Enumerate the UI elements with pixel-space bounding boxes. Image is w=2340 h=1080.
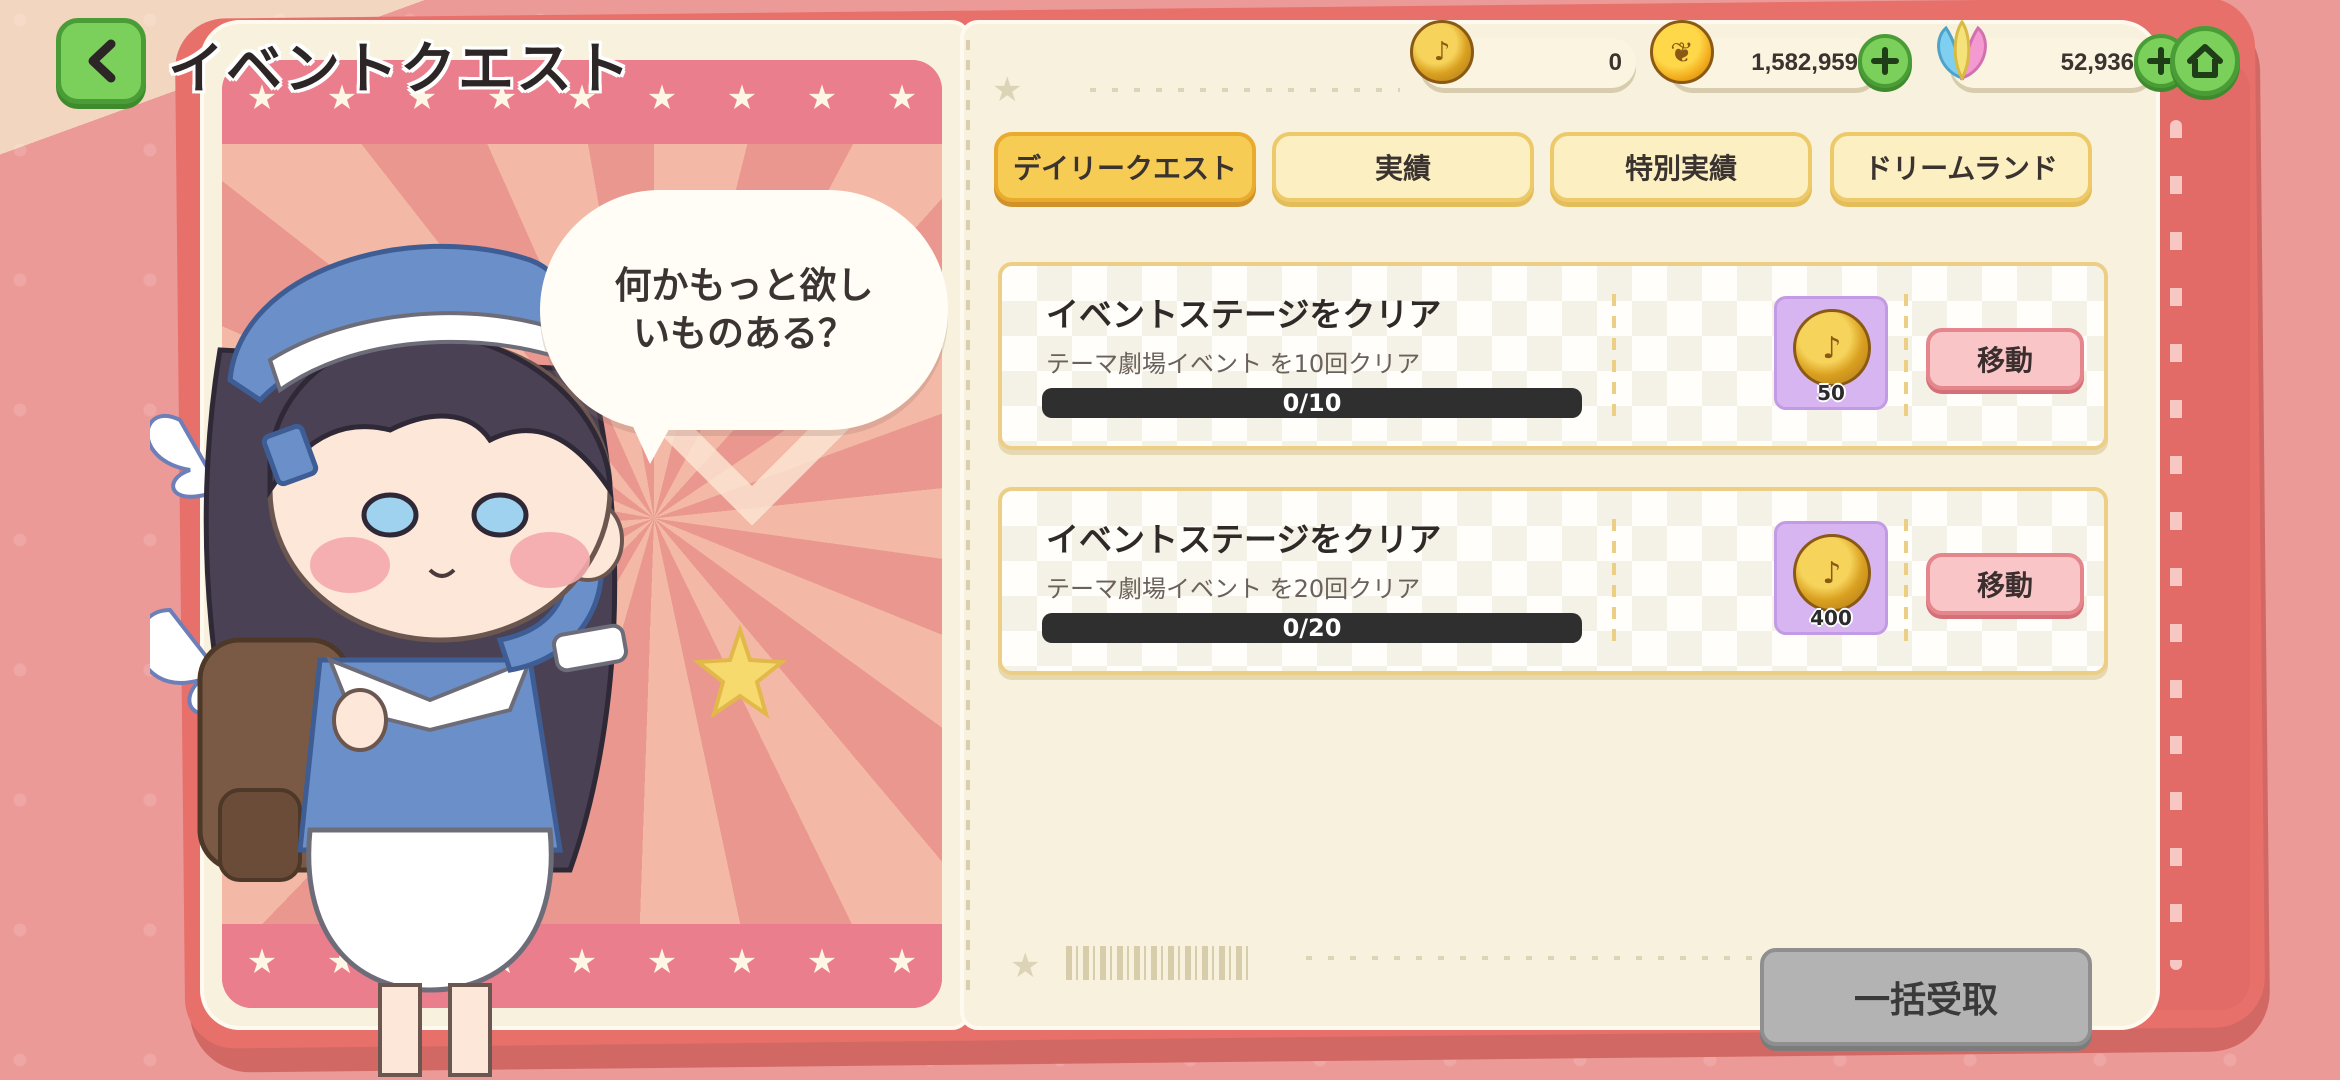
reward-slot[interactable]: ♪ 50 (1774, 296, 1888, 410)
back-button[interactable] (56, 18, 146, 104)
crystal-value: 52,936 (2060, 49, 2134, 76)
quest-title: イベントステージをクリア (1046, 520, 1442, 559)
go-button[interactable]: 移動 (1926, 328, 2084, 390)
chevron-left-icon (88, 39, 116, 83)
book-edge-dots (2170, 120, 2182, 970)
dotted-line (1090, 88, 1400, 92)
reward-slot[interactable]: ♪ 400 (1774, 521, 1888, 635)
tab-daily-quest[interactable]: デイリークエスト (994, 132, 1256, 202)
tab-special-achievements[interactable]: 特別実績 (1550, 132, 1812, 202)
tab-achievements[interactable]: 実績 (1272, 132, 1534, 202)
claim-all-button[interactable]: 一括受取 (1760, 948, 2092, 1046)
divider (1612, 519, 1616, 649)
star-decoration: ★ (1010, 946, 1041, 986)
event-coin-value: 0 (1608, 49, 1622, 76)
star-decoration: ★ (992, 70, 1023, 110)
reward-quantity: 50 (1817, 381, 1845, 405)
leaf-coin-value: 1,582,959 (1751, 49, 1858, 76)
divider (1904, 294, 1908, 424)
reward-quantity: 400 (1810, 606, 1852, 630)
dotted-line (1306, 956, 1756, 960)
plus-icon (1871, 47, 1899, 75)
quest-progress-text: 0/10 (1282, 389, 1342, 417)
add-leaf-coin-button[interactable] (1858, 34, 1912, 88)
event-coin-icon: ♪ (1793, 309, 1871, 387)
home-button[interactable] (2170, 26, 2240, 96)
divider (1904, 519, 1908, 649)
page-spine (966, 40, 970, 1000)
event-coin-icon: ♪ (1793, 534, 1871, 612)
speech-text: 何かもっと欲し いものある？ (614, 264, 874, 355)
page-title: イベントクエスト (168, 37, 632, 102)
quest-card: イベントステージをクリア テーマ劇場イベント を20回クリア 0/20 ♪ 40… (998, 487, 2108, 675)
event-coin-icon: ♪ (1410, 20, 1474, 84)
leaf-coin-icon: ❦ (1650, 20, 1714, 84)
go-button[interactable]: 移動 (1926, 553, 2084, 615)
crystal-flower-icon (1937, 20, 1987, 82)
star-icon: ★ (806, 78, 838, 118)
quest-description: テーマ劇場イベント を20回クリア (1046, 575, 1421, 603)
star-icon: ★ (646, 78, 678, 118)
barcode-decoration (1066, 946, 1250, 980)
quest-progress-text: 0/20 (1282, 614, 1342, 642)
quest-description: テーマ劇場イベント を10回クリア (1046, 350, 1421, 378)
star-icon: ★ (726, 78, 758, 118)
speech-bubble: 何かもっと欲し いものある？ (540, 190, 948, 464)
quest-card: イベントステージをクリア テーマ劇場イベント を10回クリア 0/10 ♪ 50… (998, 262, 2108, 450)
home-icon (2187, 44, 2223, 78)
quest-progress-bar: 0/20 (1042, 613, 1582, 643)
quest-title: イベントステージをクリア (1046, 295, 1442, 334)
divider (1612, 294, 1616, 424)
quest-progress-bar: 0/10 (1042, 388, 1582, 418)
star-icon: ★ (886, 78, 918, 118)
tab-dream-land[interactable]: ドリームランド (1830, 132, 2092, 202)
